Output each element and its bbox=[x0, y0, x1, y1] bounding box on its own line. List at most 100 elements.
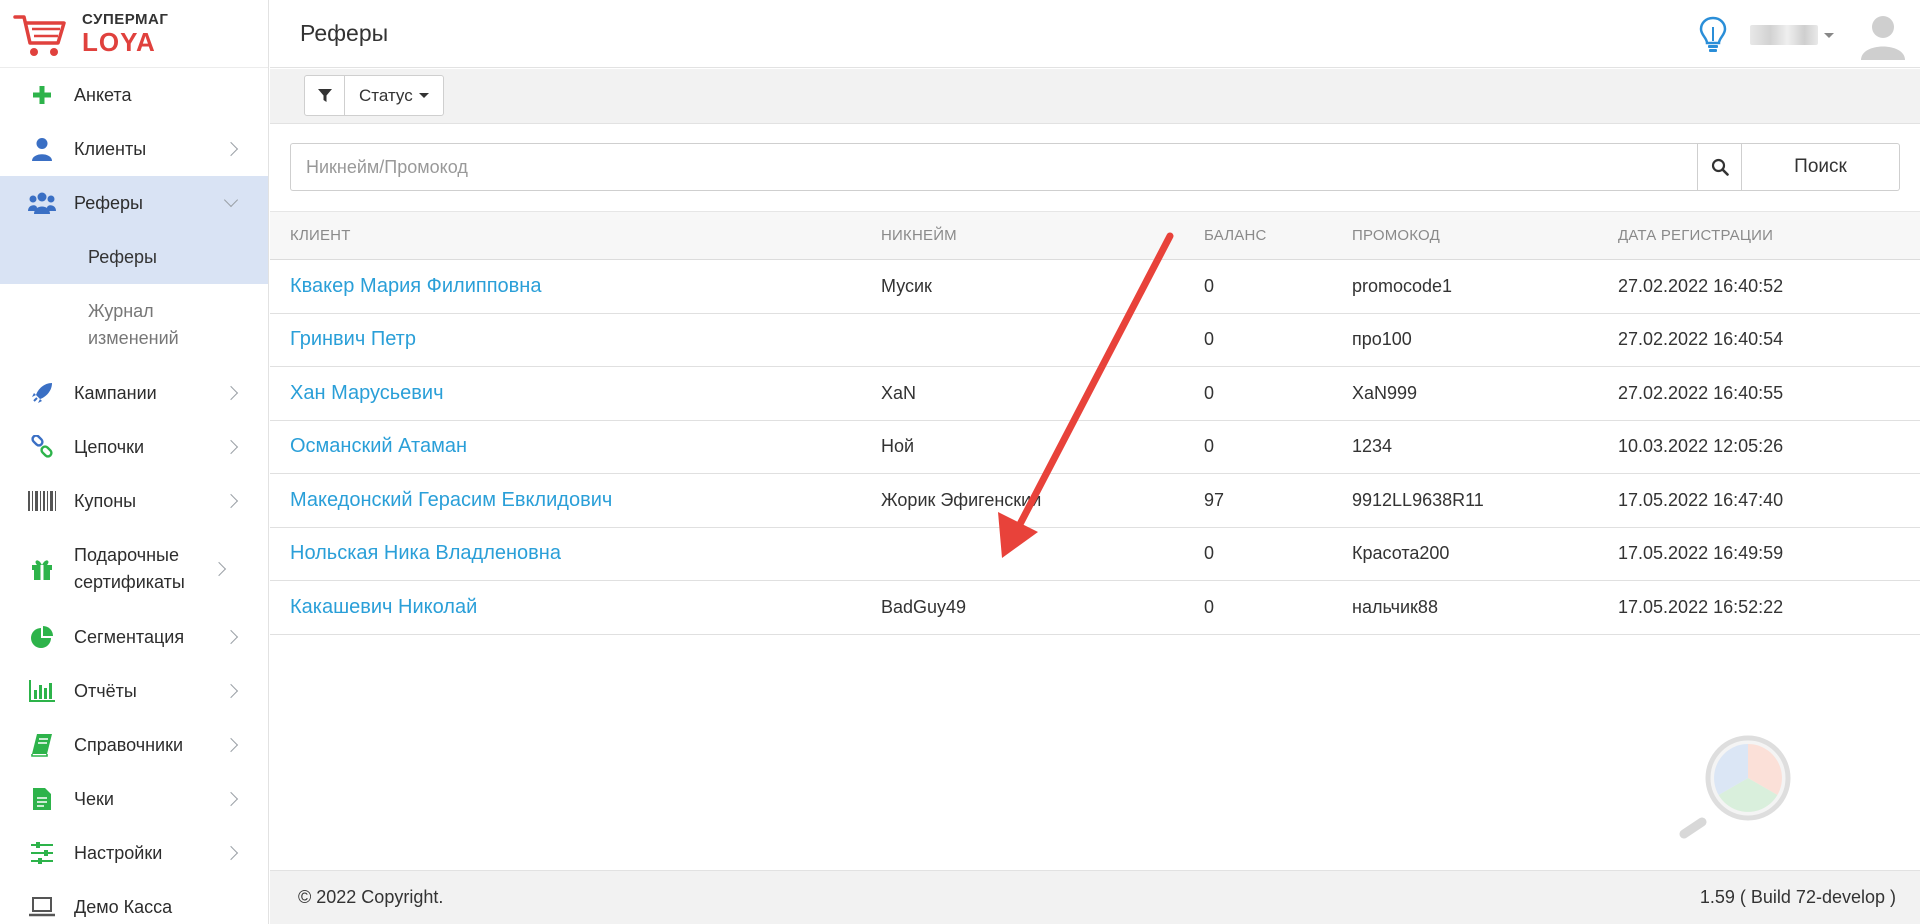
book-icon bbox=[28, 731, 56, 759]
table-header: КЛИЕНТ НИКНЕЙМ БАЛАНС ПРОМОКОД ДАТА РЕГИ… bbox=[270, 211, 1920, 260]
avatar-icon[interactable] bbox=[1858, 10, 1908, 60]
filter-icon bbox=[317, 88, 332, 102]
lightbulb-icon[interactable] bbox=[1698, 15, 1728, 55]
bar-chart-icon bbox=[28, 677, 56, 705]
chevron-right-icon bbox=[223, 141, 239, 157]
sidebar-item-questionnaire[interactable]: Анкета bbox=[0, 68, 268, 122]
chevron-right-icon bbox=[223, 629, 239, 645]
filter-button[interactable] bbox=[305, 76, 345, 115]
promocode-cell: 9912LL9638R11 bbox=[1352, 489, 1484, 510]
sidebar-item-segmentation[interactable]: Сегментация bbox=[0, 610, 268, 664]
search-button[interactable]: Поиск bbox=[1742, 143, 1900, 191]
sliders-icon bbox=[28, 839, 56, 867]
sidebar-item-chains[interactable]: Цепочки bbox=[0, 420, 268, 474]
column-header-balance[interactable]: БАЛАНС bbox=[1204, 212, 1352, 260]
promocode-cell: Красота200 bbox=[1352, 543, 1450, 564]
promocode-cell: promocode1 bbox=[1352, 275, 1453, 296]
chevron-right-icon bbox=[223, 385, 239, 401]
cart-logo-icon bbox=[13, 14, 66, 56]
column-header-nickname[interactable]: НИКНЕЙМ bbox=[881, 212, 1204, 260]
search-icon-button[interactable] bbox=[1697, 143, 1742, 191]
column-header-promocode[interactable]: ПРОМОКОД bbox=[1352, 212, 1618, 260]
sidebar-item-label: Анкета bbox=[74, 84, 132, 105]
balance-cell: 0 bbox=[1204, 329, 1215, 350]
chevron-down-icon[interactable] bbox=[1824, 32, 1834, 38]
chevron-right-icon bbox=[223, 791, 239, 807]
user-menu-name[interactable] bbox=[1750, 25, 1818, 45]
chevron-right-icon bbox=[223, 683, 239, 699]
caret-down-icon bbox=[418, 93, 429, 98]
balance-cell: 0 bbox=[1204, 382, 1215, 403]
promocode-cell: нальчик88 bbox=[1352, 596, 1438, 617]
filter-group: Статус bbox=[304, 75, 444, 116]
client-link[interactable]: Какашевич Николай bbox=[290, 596, 477, 618]
column-header-client[interactable]: КЛИЕНТ bbox=[270, 212, 881, 260]
page-title: Реферы bbox=[300, 20, 389, 46]
sidebar-subitem-changelog[interactable]: Журнал изменений bbox=[0, 284, 268, 366]
chevron-right-icon bbox=[223, 845, 239, 861]
balance-cell: 0 bbox=[1204, 543, 1215, 564]
search-input[interactable] bbox=[290, 143, 1697, 191]
sidebar-item-label: Справочники bbox=[74, 734, 184, 755]
top-header: Реферы bbox=[270, 0, 1920, 68]
registration-date-cell: 17.05.2022 16:47:40 bbox=[1618, 489, 1784, 510]
client-link[interactable]: Османский Атаман bbox=[290, 435, 467, 457]
barcode-icon bbox=[28, 487, 56, 515]
status-dropdown[interactable]: Статус bbox=[345, 76, 443, 115]
registration-date-cell: 27.02.2022 16:40:54 bbox=[1618, 329, 1784, 350]
client-link[interactable]: Гринвич Петр bbox=[290, 328, 416, 350]
client-link[interactable]: Нольская Ника Владленовна bbox=[290, 542, 561, 564]
sidebar-item-campaigns[interactable]: Кампании bbox=[0, 366, 268, 420]
sidebar-item-coupons[interactable]: Купоны bbox=[0, 474, 268, 528]
client-link[interactable]: Квакер Мария Филипповна bbox=[290, 275, 541, 297]
sidebar-item-label: Настройки bbox=[74, 842, 163, 863]
client-link[interactable]: Македонский Герасим Евклидович bbox=[290, 489, 612, 511]
sidebar-item-label: Реферы bbox=[74, 192, 143, 213]
sidebar-item-label: Подарочные сертификаты bbox=[74, 545, 185, 592]
sidebar-subitem-label: Журнал изменений bbox=[88, 301, 179, 348]
brand-logo[interactable]: СУПЕРМАГ LOYA bbox=[0, 0, 268, 68]
chevron-right-icon bbox=[223, 439, 239, 455]
sidebar-item-clients[interactable]: Клиенты bbox=[0, 122, 268, 176]
status-dropdown-label: Статус bbox=[359, 85, 413, 105]
promocode-cell: XaN999 bbox=[1352, 382, 1418, 403]
search-row: Поиск bbox=[290, 143, 1900, 191]
column-header-registration-date[interactable]: ДАТА РЕГИСТРАЦИИ bbox=[1618, 212, 1920, 260]
footer-copyright: © 2022 Copyright. bbox=[298, 887, 444, 907]
nickname-cell: BadGuy49 bbox=[881, 596, 967, 617]
footer-version: 1.59 ( Build 72-develop ) bbox=[1699, 887, 1896, 907]
nickname-cell: XaN bbox=[881, 382, 917, 403]
table-body: Квакер Мария Филипповна Мусик 0 promocod… bbox=[270, 260, 1920, 634]
sidebar-item-label: Демо Касса bbox=[74, 896, 173, 917]
referrers-table: КЛИЕНТ НИКНЕЙМ БАЛАНС ПРОМОКОД ДАТА РЕГИ… bbox=[270, 211, 1920, 635]
sidebar-item-reports[interactable]: Отчёты bbox=[0, 664, 268, 718]
pie-chart-icon bbox=[28, 623, 56, 651]
balance-cell: 0 bbox=[1204, 596, 1215, 617]
client-link[interactable]: Хан Марусьевич bbox=[290, 382, 444, 404]
header-right bbox=[1698, 10, 1908, 60]
chevron-right-icon bbox=[223, 737, 239, 753]
sidebar-item-settings[interactable]: Настройки bbox=[0, 826, 268, 880]
sidebar-item-gift-certificates[interactable]: Подарочные сертификаты bbox=[0, 528, 268, 610]
balance-cell: 0 bbox=[1204, 436, 1215, 457]
table-row: Македонский Герасим Евклидович Жорик Эфи… bbox=[270, 474, 1920, 527]
nickname-cell: Ной bbox=[881, 436, 915, 457]
sidebar-item-directories[interactable]: Справочники bbox=[0, 718, 268, 772]
chevron-right-icon bbox=[223, 493, 239, 509]
sidebar-item-receipts[interactable]: Чеки bbox=[0, 772, 268, 826]
users-icon bbox=[28, 189, 56, 217]
nickname-cell: Мусик bbox=[881, 275, 932, 296]
sidebar-item-label: Купоны bbox=[74, 490, 137, 511]
table-row: Османский Атаман Ной 0 1234 10.03.2022 1… bbox=[270, 420, 1920, 474]
document-icon bbox=[28, 785, 56, 813]
chain-icon bbox=[28, 433, 56, 461]
brand-top: СУПЕРМАГ bbox=[82, 11, 169, 28]
rocket-icon bbox=[28, 379, 56, 407]
nickname-cell: Жорик Эфигенский bbox=[881, 489, 1042, 510]
sidebar-item-label: Цепочки bbox=[74, 436, 144, 457]
promocode-cell: про100 bbox=[1352, 329, 1412, 350]
sidebar-item-referrers[interactable]: Реферы bbox=[0, 176, 268, 230]
sidebar-subitem-referrers[interactable]: Реферы bbox=[0, 230, 268, 284]
sidebar-item-demo-pos[interactable]: Демо Касса bbox=[0, 880, 268, 924]
gift-icon bbox=[28, 555, 56, 583]
